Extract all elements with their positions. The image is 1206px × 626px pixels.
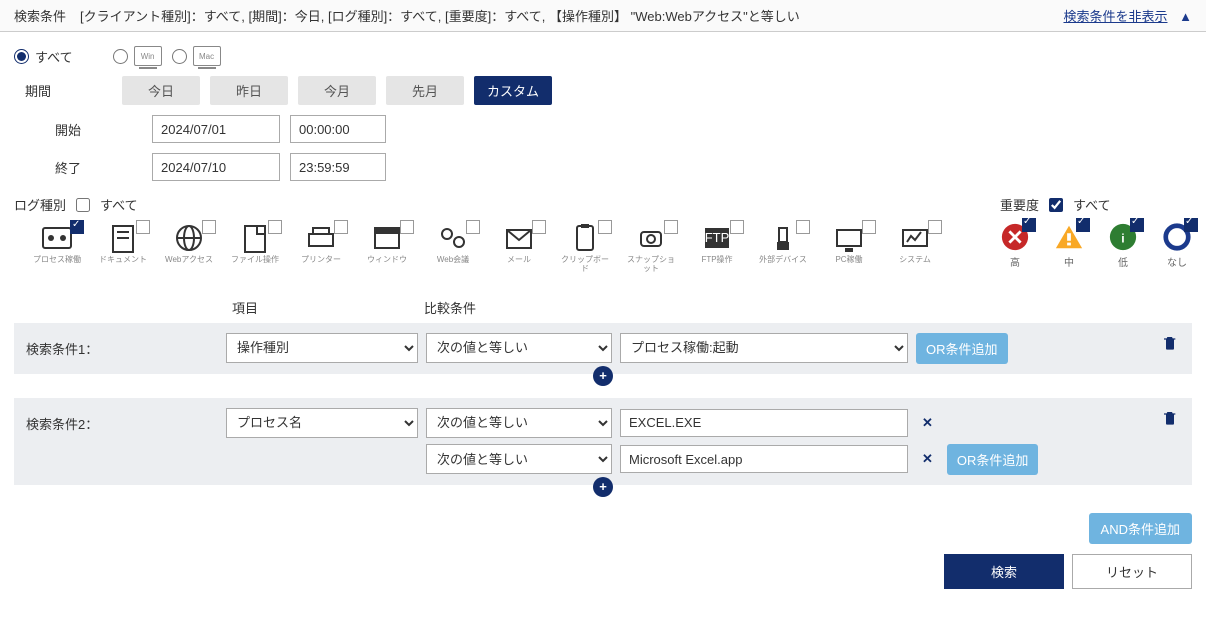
start-time-input[interactable] [290,115,386,143]
severity-check-2[interactable] [1130,218,1144,232]
severity-0[interactable]: 高 [1000,222,1030,269]
cond1-op[interactable]: 次の値と等しい [426,333,612,363]
cond2b-value[interactable] [620,445,908,473]
logtype-all-label: すべて [100,195,138,214]
logtype-5[interactable]: ウィンドウ [362,222,412,274]
cond2-label: 検索条件2： [26,408,218,433]
logtype-3[interactable]: ファイル操作 [230,222,280,274]
windows-icon: Win [134,46,162,66]
logtype-icons: プロセス稼働ドキュメント Webアクセスファイル操作プリンターウィンドウ Web会議… [14,222,940,274]
logtype-11[interactable]: 外部デバイス [758,222,808,274]
end-time-input[interactable] [290,153,386,181]
cond-col-item: 項目 [232,298,424,317]
logtype-4[interactable]: プリンター [296,222,346,274]
period-row: 期間 今日 昨日 今月 先月 カスタム [14,76,1192,105]
logtype-6[interactable]: Web会議 [428,222,478,274]
mac-icon: Mac [193,46,221,66]
header-bar: 検索条件 [クライアント種別]：すべて, [期間]：今日, [ログ種別]：すべて… [0,0,1206,32]
period-today[interactable]: 今日 [122,76,200,105]
logtype-2[interactable]: Webアクセス [164,222,214,274]
severity-check-0[interactable] [1022,218,1036,232]
cond2-add-icon[interactable]: + [593,477,613,497]
client-type-row: すべて Win Mac [14,46,1192,66]
cond2a-value[interactable] [620,409,908,437]
client-mac-radio[interactable]: Mac [172,46,221,66]
logtype-check-12[interactable] [862,220,876,234]
end-date-input[interactable] [152,153,280,181]
end-label: 終了 [44,158,92,177]
cond2b-remove-icon[interactable]: ✕ [916,451,939,467]
logtype-label: ログ種別 [14,195,66,214]
svg-text:i: i [1121,232,1124,246]
logtype-check-4[interactable] [334,220,348,234]
cond1-label: 検索条件1： [26,333,218,358]
period-yesterday[interactable]: 昨日 [210,76,288,105]
logtype-1[interactable]: ドキュメント [98,222,148,274]
header-title: 検索条件 [14,6,66,25]
logtype-check-3[interactable] [268,220,282,234]
logtype-check-11[interactable] [796,220,810,234]
logtype-10[interactable]: FTPFTP操作 [692,222,742,274]
logtype-check-10[interactable] [730,220,744,234]
and-condition-button[interactable]: AND条件追加 [1089,513,1192,544]
severity-check-3[interactable] [1184,218,1198,232]
period-this-month[interactable]: 今月 [298,76,376,105]
period-last-month[interactable]: 先月 [386,76,464,105]
cond1-field[interactable]: 操作種別 [226,333,418,363]
svg-text:FTP: FTP [705,230,730,245]
period-custom[interactable]: カスタム [474,76,552,105]
severity-1[interactable]: 中 [1054,222,1084,269]
cond1-delete-icon[interactable] [1162,335,1178,354]
cond2-field[interactable]: プロセス名 [226,408,418,438]
cond2-delete-icon[interactable] [1162,410,1178,429]
logtype-8[interactable]: クリップボード [560,222,610,274]
search-button[interactable]: 検索 [944,554,1064,589]
logtype-check-0[interactable] [70,220,84,234]
logtype-all-checkbox[interactable] [76,198,90,212]
cond2a-op[interactable]: 次の値と等しい [426,408,612,438]
severity-label: 重要度 [1000,195,1039,214]
logtype-check-2[interactable] [202,220,216,234]
client-all-radio[interactable]: すべて [14,47,73,66]
reset-button[interactable]: リセット [1072,554,1192,589]
cond2a-remove-icon[interactable]: ✕ [916,415,939,431]
logtype-12[interactable]: PC稼働 [824,222,874,274]
logtype-check-9[interactable] [664,220,678,234]
period-label: 期間 [14,81,62,100]
condition-1: 検索条件1： 操作種別 次の値と等しい プロセス稼働:起動 OR条件追加 + [14,323,1192,374]
header-summary: [クライアント種別]：すべて, [期間]：今日, [ログ種別]：すべて, [重要… [80,6,800,25]
severity-all-checkbox[interactable] [1049,198,1063,212]
logtype-check-7[interactable] [532,220,546,234]
logtype-check-6[interactable] [466,220,480,234]
severity-2[interactable]: i低 [1108,222,1138,269]
severity-icons: 高中 i低なし [1000,222,1192,269]
start-label: 開始 [44,120,92,139]
logtype-check-13[interactable] [928,220,942,234]
cond1-or-button[interactable]: OR条件追加 [916,333,1008,364]
logtype-9[interactable]: スナップショット [626,222,676,274]
cond1-add-icon[interactable]: + [593,366,613,386]
logtype-check-5[interactable] [400,220,414,234]
logtype-check-8[interactable] [598,220,612,234]
logtype-0[interactable]: プロセス稼働 [32,222,82,274]
severity-check-1[interactable] [1076,218,1090,232]
cond2b-op[interactable]: 次の値と等しい [426,444,612,474]
logtype-check-1[interactable] [136,220,150,234]
cond1-value[interactable]: プロセス稼働:起動 [620,333,908,363]
cond-col-op: 比較条件 [424,298,476,317]
logtype-7[interactable]: メール [494,222,544,274]
cond2-or-button[interactable]: OR条件追加 [947,444,1039,475]
hide-conditions-link[interactable]: 検索条件を非表示 [1063,9,1167,24]
severity-all-label: すべて [1073,195,1111,214]
severity-3[interactable]: なし [1162,222,1192,269]
condition-2: 検索条件2： プロセス名 次の値と等しい ✕ 次の値と等しい ✕ OR条件追加 … [14,398,1192,485]
collapse-icon[interactable]: ▲ [1179,9,1192,24]
client-win-radio[interactable]: Win [113,46,162,66]
start-date-input[interactable] [152,115,280,143]
logtype-13[interactable]: システム [890,222,940,274]
